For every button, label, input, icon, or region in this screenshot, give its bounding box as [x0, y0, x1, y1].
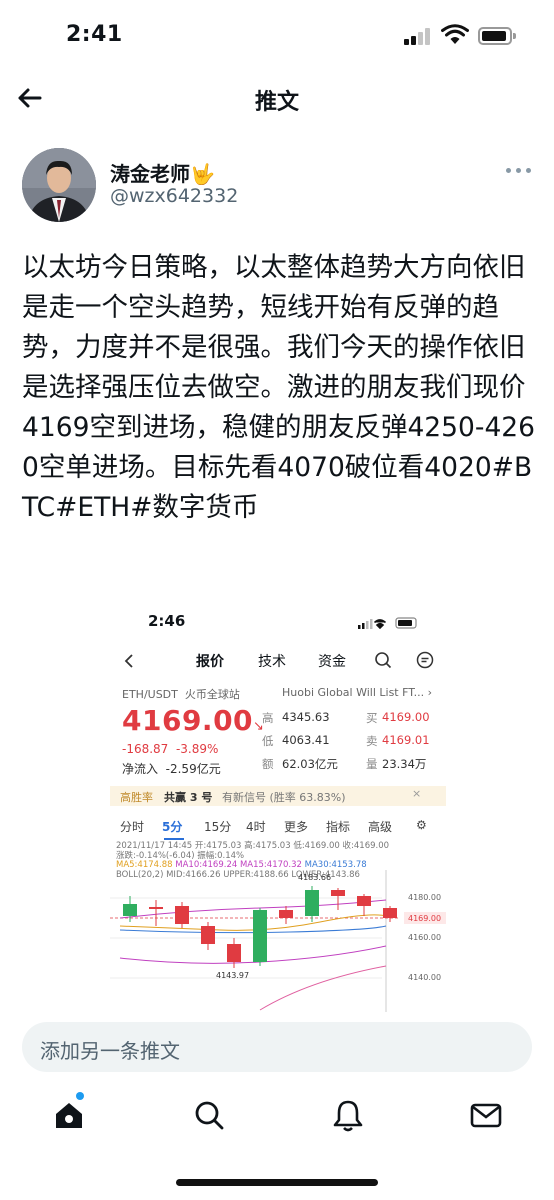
status-time: 2:41 — [66, 22, 123, 47]
embedded-status-time: 2:46 — [148, 612, 186, 630]
embedded-signal-banner: 高胜率 共赢 3 号 有新信号 (胜率 63.83%) × — [110, 786, 446, 806]
tweet-text: 以太坊今日策略，以太整体趋势大方向依旧是走一个空头趋势，短线开始有反弹的趋势，力… — [22, 252, 536, 523]
current-price-label: 4169.00 — [408, 914, 441, 923]
embedded-inflow: 净流入 -2.59亿元 — [122, 762, 221, 776]
signal-icon — [404, 27, 434, 45]
candle — [201, 926, 215, 944]
search-icon[interactable] — [192, 1098, 226, 1132]
home-notification-dot — [76, 1092, 84, 1100]
candle — [149, 907, 163, 909]
candle — [123, 904, 137, 916]
chart-high-label: 4183.66 — [298, 873, 331, 882]
candle — [305, 890, 319, 916]
embedded-news-ticker: Huobi Global Will List FT... › — [282, 686, 433, 699]
y-axis-tick: 4180.00 — [408, 893, 441, 902]
home-icon[interactable] — [52, 1098, 86, 1132]
candle — [331, 890, 345, 896]
candle — [383, 908, 397, 918]
author-handle[interactable]: @wzx642332 — [110, 185, 238, 207]
embedded-back-icon — [124, 654, 133, 668]
home-indicator — [176, 1179, 378, 1186]
add-tweet-placeholder: 添加另一条推文 — [40, 1039, 180, 1063]
embedded-nav: 报价 技术 资金 — [110, 648, 446, 674]
ma-line — [259, 965, 387, 1011]
messages-icon[interactable] — [469, 1098, 503, 1132]
notifications-icon[interactable] — [331, 1098, 365, 1132]
nav-header: 推文 — [0, 72, 554, 128]
candle — [279, 910, 293, 918]
battery-icon — [478, 27, 516, 45]
embedded-interval-tabs: 分时 5分 15分 4时 更多 指标 高级 ⚙ — [120, 818, 427, 834]
embedded-candlestick-chart: 4183.66 4143.97 4180.00 4169.00 4160.00 … — [110, 870, 446, 1012]
candle — [175, 906, 189, 924]
author-name[interactable]: 涛金老师🤟 — [110, 158, 215, 187]
wifi-icon — [441, 24, 469, 44]
embedded-change: -168.87 -3.89% — [122, 742, 219, 756]
tweet-author: 涛金老师🤟 @wzx642332 — [22, 148, 532, 224]
embedded-search-icon — [375, 652, 392, 669]
add-tweet-input[interactable]: 添加另一条推文 — [22, 1022, 532, 1072]
more-options-icon[interactable] — [506, 164, 532, 176]
embedded-status-icons — [358, 617, 417, 629]
y-axis-tick: 4160.00 — [408, 933, 441, 942]
avatar-image — [22, 148, 96, 222]
embedded-tab-quote: 报价 — [196, 654, 224, 670]
embedded-price: 4169.00↘ — [122, 704, 265, 737]
candle — [227, 944, 241, 962]
embedded-pair: ETH/USDT 火币全球站 — [122, 688, 240, 701]
candle — [253, 910, 267, 962]
embedded-tab-funds: 资金 — [318, 654, 346, 670]
bottom-tab-bar — [0, 1082, 554, 1152]
y-axis-tick: 4140.00 — [408, 973, 441, 982]
avatar[interactable] — [22, 148, 96, 222]
chart-low-label: 4143.97 — [216, 971, 249, 980]
embedded-chat-icon — [416, 651, 434, 669]
embedded-tab-tech: 技术 — [258, 654, 286, 670]
page-title: 推文 — [254, 90, 299, 115]
candle — [357, 896, 371, 906]
tweet-image[interactable]: 2:46 报价 技术 资金 ETH/USDT 火币全球站 Huobi Globa… — [110, 600, 446, 1012]
status-bar: 2:41 — [0, 0, 554, 70]
